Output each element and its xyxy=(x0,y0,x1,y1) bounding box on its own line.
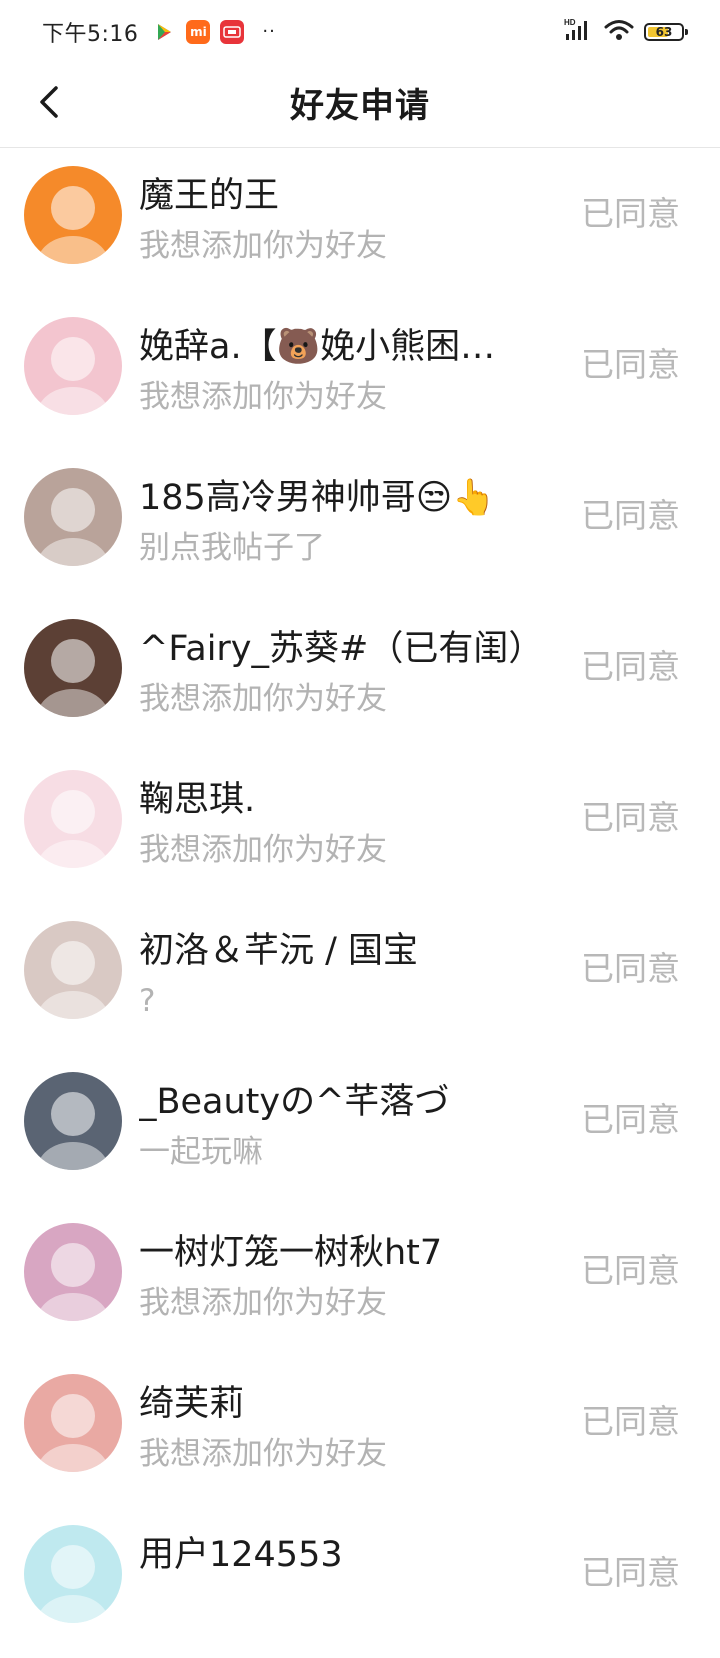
friend-name: 初洛＆芊沅 / 国宝 xyxy=(139,931,419,971)
friend-request-row[interactable]: 185高冷男神帅哥😒👆 别点我帖子了 已同意 xyxy=(0,450,720,601)
signal-icon: HD xyxy=(564,18,594,46)
request-message: ? xyxy=(139,983,156,1019)
avatar-image xyxy=(24,619,122,717)
friend-request-list: 魔王的王 我想添加你为好友 已同意 娩辞a.【🐻娩小熊困… 我想添加你为好友 已… xyxy=(0,148,720,1658)
accepted-status: 已同意 xyxy=(581,1100,680,1139)
friend-request-row[interactable]: _Beautyの^芊落づ 一起玩嘛 已同意 xyxy=(0,1054,720,1205)
friend-name: 魔王的王 xyxy=(139,176,280,216)
accepted-status: 已同意 xyxy=(581,345,680,384)
avatar-image xyxy=(24,468,122,566)
request-message: 我想添加你为好友 xyxy=(139,832,387,868)
friend-request-row[interactable]: 一树灯笼一树秋ht7 我想添加你为好友 已同意 xyxy=(0,1205,720,1356)
friend-name: 一树灯笼一树秋ht7 xyxy=(139,1233,443,1273)
avatar[interactable] xyxy=(24,770,122,868)
battery-icon: 63 xyxy=(644,23,688,41)
navigation-bar: 好友申请 xyxy=(0,64,720,148)
friend-request-row[interactable]: 绮芙莉 我想添加你为好友 已同意 xyxy=(0,1356,720,1507)
friend-name: 绮芙莉 xyxy=(139,1384,245,1424)
request-message: 我想添加你为好友 xyxy=(139,379,387,415)
status-bar-right: HD 63 xyxy=(564,18,688,46)
request-message: 一起玩嘛 xyxy=(139,1134,263,1170)
request-message: 我想添加你为好友 xyxy=(139,228,387,264)
friend-name: 娩辞a.【🐻娩小熊困… xyxy=(139,327,496,367)
status-bar-left: 下午5:16 mi ·· xyxy=(42,16,276,48)
accepted-status: 已同意 xyxy=(581,1251,680,1290)
accepted-status: 已同意 xyxy=(581,798,680,837)
avatar-image xyxy=(24,1374,122,1472)
page-title: 好友申请 xyxy=(290,85,430,126)
avatar-image xyxy=(24,166,122,264)
friend-request-row[interactable]: 用户124553 已同意 xyxy=(0,1507,720,1658)
avatar[interactable] xyxy=(24,1525,122,1623)
request-message: 我想添加你为好友 xyxy=(139,681,387,717)
avatar-image xyxy=(24,1072,122,1170)
avatar[interactable] xyxy=(24,1223,122,1321)
wifi-icon xyxy=(604,18,634,46)
request-message: 我想添加你为好友 xyxy=(139,1285,387,1321)
avatar-image xyxy=(24,921,122,1019)
avatar[interactable] xyxy=(24,1072,122,1170)
red-app-icon xyxy=(220,20,245,44)
friend-name: 185高冷男神帅哥😒👆 xyxy=(139,478,496,518)
avatar[interactable] xyxy=(24,1374,122,1472)
friend-name: _Beautyの^芊落づ xyxy=(139,1082,450,1122)
avatar-image xyxy=(24,1223,122,1321)
request-message: 我想添加你为好友 xyxy=(139,1436,387,1472)
accepted-status: 已同意 xyxy=(581,1402,680,1441)
friend-request-row[interactable]: 魔王的王 我想添加你为好友 已同意 xyxy=(0,148,720,299)
friend-request-row[interactable]: 娩辞a.【🐻娩小熊困… 我想添加你为好友 已同意 xyxy=(0,299,720,450)
avatar[interactable] xyxy=(24,468,122,566)
request-message: 别点我帖子了 xyxy=(139,530,325,566)
network-type-label: HD xyxy=(564,18,576,27)
accepted-status: 已同意 xyxy=(581,1553,680,1592)
avatar-image xyxy=(24,317,122,415)
friend-name: ^Fairy_苏葵#（已有闺） xyxy=(139,629,544,669)
accepted-status: 已同意 xyxy=(581,496,680,535)
mi-icon: mi xyxy=(186,20,211,44)
more-notifications-icon: ·· xyxy=(262,21,276,42)
avatar[interactable] xyxy=(24,317,122,415)
accepted-status: 已同意 xyxy=(581,647,680,686)
avatar[interactable] xyxy=(24,619,122,717)
accepted-status: 已同意 xyxy=(581,194,680,233)
accepted-status: 已同意 xyxy=(581,949,680,988)
avatar[interactable] xyxy=(24,921,122,1019)
play-store-icon xyxy=(152,20,177,44)
status-bar: 下午5:16 mi ·· HD 63 xyxy=(0,0,720,64)
friend-request-row[interactable]: 鞠思琪. 我想添加你为好友 已同意 xyxy=(0,752,720,903)
friend-request-row[interactable]: 初洛＆芊沅 / 国宝 ? 已同意 xyxy=(0,903,720,1054)
friend-request-row[interactable]: ^Fairy_苏葵#（已有闺） 我想添加你为好友 已同意 xyxy=(0,601,720,752)
battery-percent: 63 xyxy=(655,25,673,39)
friend-name: 用户124553 xyxy=(139,1535,343,1575)
avatar[interactable] xyxy=(24,166,122,264)
status-time: 下午5:16 xyxy=(42,22,139,47)
avatar-image xyxy=(24,1525,122,1623)
friend-name: 鞠思琪. xyxy=(139,780,256,820)
avatar-image xyxy=(24,770,122,868)
